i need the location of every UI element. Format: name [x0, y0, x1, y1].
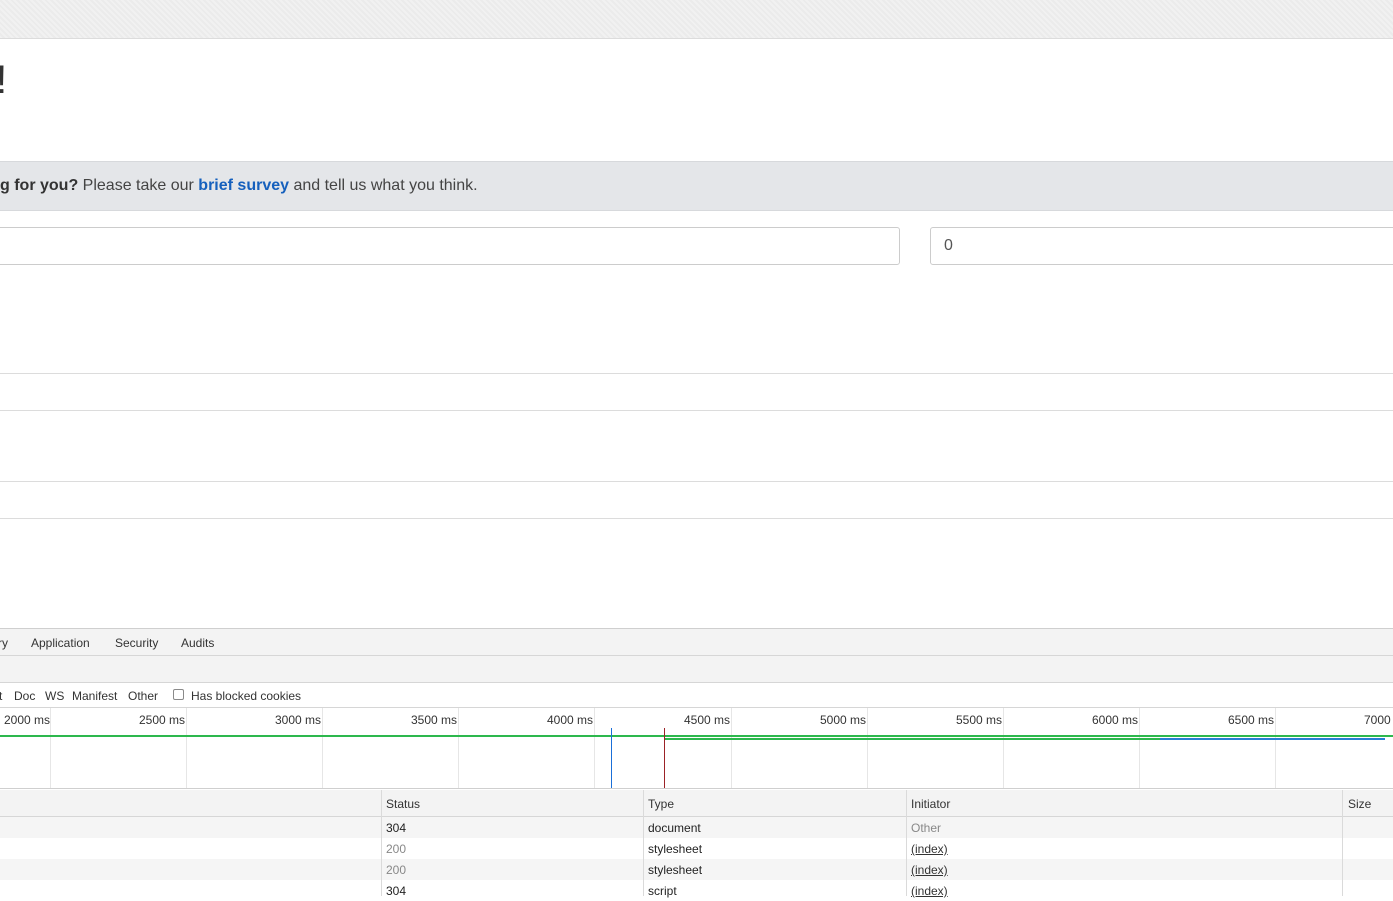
timeline-tick-label: 4000 ms	[547, 713, 594, 727]
column-header-status[interactable]: Status	[386, 797, 420, 811]
table-row[interactable]: 200 stylesheet (index)	[0, 859, 1393, 880]
timeline-tick-label: 6500 ms	[1228, 713, 1275, 727]
domcontentloaded-marker	[611, 728, 612, 788]
blocked-cookies-label: Has blocked cookies	[191, 689, 302, 703]
row-status: 200	[386, 842, 407, 856]
browser-top-strip	[0, 0, 1393, 39]
network-filter-bar: t Doc WS Manifest Other Has blocked cook…	[0, 683, 1393, 708]
filter-manifest[interactable]: Manifest	[72, 689, 117, 703]
brief-survey-link[interactable]: brief survey	[198, 177, 289, 194]
banner-text-before: Please take our	[78, 177, 199, 194]
load-marker	[664, 728, 665, 788]
divider	[0, 518, 1393, 519]
column-separator[interactable]	[643, 790, 644, 896]
timeline-gridline	[186, 708, 187, 788]
divider	[0, 373, 1393, 374]
table-row[interactable]: 304 document Other	[0, 817, 1393, 838]
search-input[interactable]	[0, 227, 900, 265]
column-header-type[interactable]: Type	[648, 797, 674, 811]
table-row[interactable]: 200 stylesheet (index)	[0, 838, 1393, 859]
network-overview[interactable]: 2000 ms 2500 ms 3000 ms 3500 ms 4000 ms …	[0, 708, 1393, 789]
timeline-gridline	[867, 708, 868, 788]
filter-other[interactable]: Other	[128, 689, 158, 703]
timeline-gridline	[322, 708, 323, 788]
column-separator[interactable]	[381, 790, 382, 896]
column-header-initiator[interactable]: Initiator	[911, 797, 950, 811]
row-type: stylesheet	[648, 863, 703, 877]
row-initiator: Other	[911, 821, 942, 835]
banner-text-after: and tell us what you think.	[289, 177, 478, 194]
timeline-gridline	[1003, 708, 1004, 788]
row-status: 200	[386, 863, 407, 877]
row-type: document	[648, 821, 701, 835]
timeline-bar-green	[0, 735, 1393, 737]
row-type: stylesheet	[648, 842, 703, 856]
tab-audits[interactable]: Audits	[181, 636, 214, 650]
network-toolbar	[0, 656, 1393, 683]
request-table-header: Status Type Initiator Size	[0, 790, 1393, 817]
survey-banner-text: g for you? Please take our brief survey …	[0, 177, 478, 195]
timeline-tick-label: 2500 ms	[139, 713, 186, 727]
timeline-gridline	[594, 708, 595, 788]
timeline-tick-label: 4500 ms	[684, 713, 731, 727]
timeline-gridline	[1275, 708, 1276, 788]
timeline-gridline	[1139, 708, 1140, 788]
timeline-gridline	[731, 708, 732, 788]
timeline-tick-label: 6000 ms	[1092, 713, 1139, 727]
timeline-gridline	[458, 708, 459, 788]
page-heading: !	[0, 58, 7, 103]
table-row[interactable]: 304 script (index)	[0, 880, 1393, 901]
filter-doc[interactable]: Doc	[14, 689, 35, 703]
timeline-tick-label: 2000 ms	[4, 713, 51, 727]
row-initiator-link[interactable]: (index)	[911, 863, 948, 877]
banner-bold-text: g for you?	[0, 177, 79, 194]
divider	[0, 410, 1393, 411]
row-status: 304	[386, 821, 407, 835]
tab-application[interactable]: Application	[31, 636, 90, 650]
column-header-size[interactable]: Size	[1348, 797, 1371, 811]
column-separator[interactable]	[1342, 790, 1343, 896]
survey-banner: g for you? Please take our brief survey …	[0, 161, 1393, 211]
tab-security[interactable]: Security	[115, 636, 158, 650]
timeline-bar-blue	[1160, 738, 1385, 740]
divider	[0, 481, 1393, 482]
timeline-tick-label: 5500 ms	[956, 713, 1003, 727]
row-initiator-link[interactable]: (index)	[911, 842, 948, 856]
column-separator[interactable]	[906, 790, 907, 896]
tab-memory[interactable]: ry	[0, 636, 8, 650]
filter-font[interactable]: t	[0, 689, 2, 703]
quantity-input[interactable]: 0	[930, 227, 1393, 265]
blocked-cookies-checkbox[interactable]	[173, 689, 184, 700]
timeline-tick-label: 3000 ms	[275, 713, 322, 727]
filter-ws[interactable]: WS	[45, 689, 64, 703]
devtools-tabbar: ry Application Security Audits	[0, 628, 1393, 656]
timeline-tick-label: 5000 ms	[820, 713, 867, 727]
timeline-gridline	[50, 708, 51, 788]
timeline-tick-label: 7000	[1364, 713, 1391, 727]
timeline-tick-label: 3500 ms	[411, 713, 458, 727]
